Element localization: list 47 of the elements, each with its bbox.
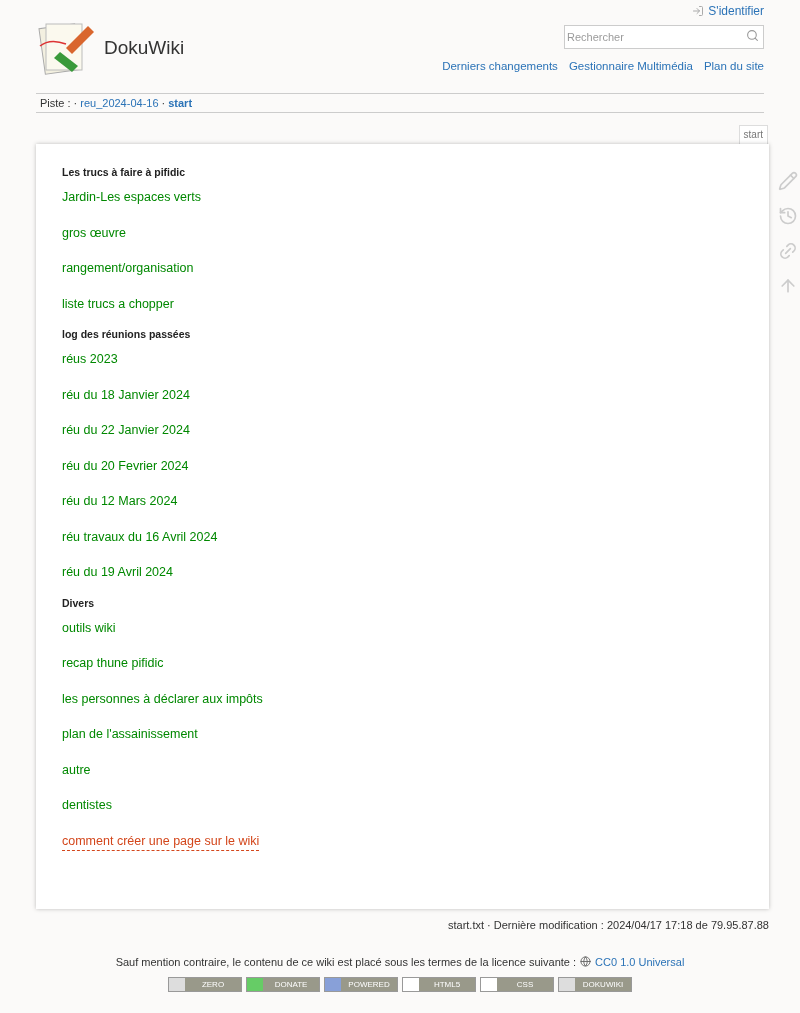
- site-title[interactable]: DokuWiki: [104, 33, 185, 63]
- section-heading: Les trucs à faire à pifidic: [62, 165, 187, 180]
- page-link[interactable]: rangement/organisation: [62, 259, 194, 278]
- breadcrumb-link[interactable]: start: [168, 94, 193, 112]
- badge[interactable]: DOKUWIKI: [558, 977, 632, 992]
- nav-link[interactable]: Derniers changements: [442, 58, 558, 76]
- page-link[interactable]: réu du 12 Mars 2024: [62, 492, 178, 511]
- page-link[interactable]: dentistes: [62, 796, 113, 815]
- page-link[interactable]: réu du 18 Janvier 2024: [62, 385, 190, 405]
- search-field[interactable]: Rechercher: [564, 25, 764, 49]
- page-link[interactable]: réu du 20 Fevrier 2024: [62, 456, 189, 476]
- globe-icon: [580, 956, 592, 968]
- page-tab[interactable]: start: [738, 125, 768, 144]
- section-heading: Divers: [62, 595, 96, 611]
- search-icon[interactable]: [746, 29, 759, 42]
- nav-link[interactable]: Plan du site: [703, 58, 764, 76]
- page-link[interactable]: réu du 19 Avril 2024: [62, 563, 173, 582]
- page-link[interactable]: les personnes à déclarer aux impôts: [62, 689, 263, 709]
- page-link[interactable]: liste trucs a chopper: [62, 294, 174, 314]
- breadcrumb-link[interactable]: reu_2024-04-16: [80, 94, 159, 112]
- badge[interactable]: HTML5: [402, 977, 476, 992]
- badge[interactable]: CSS: [480, 977, 554, 992]
- history-icon[interactable]: [778, 206, 798, 226]
- page-link[interactable]: plan de l'assainissement: [62, 725, 198, 744]
- edit-icon[interactable]: [778, 171, 798, 191]
- page-link[interactable]: outils wiki: [62, 618, 116, 638]
- login-icon: [692, 5, 705, 17]
- badge[interactable]: DONATE: [246, 977, 320, 992]
- page-link[interactable]: comment créer une page sur le wiki: [62, 831, 260, 852]
- section-heading: log des réunions passées: [62, 327, 192, 342]
- breadcrumb-separator: ·: [161, 95, 166, 111]
- page-link[interactable]: Jardin-Les espaces verts: [62, 188, 201, 207]
- breadcrumb-label: Piste :: [40, 95, 71, 111]
- nav-link[interactable]: Gestionnaire Multimédia: [568, 58, 693, 76]
- license-link[interactable]: CC0 1.0 Universal: [595, 953, 685, 970]
- doc-info: start.txt · Dernière modification : 2024/04/17 17:18 de 79.95.87.88: [447, 918, 769, 933]
- login-link[interactable]: S'identifier: [692, 2, 764, 20]
- page-link[interactable]: réus 2023: [62, 350, 118, 369]
- badge[interactable]: ZERO: [168, 977, 242, 992]
- breadcrumb-separator: ·: [73, 95, 78, 111]
- badge[interactable]: POWERED: [324, 977, 398, 992]
- page-link[interactable]: réu travaux du 16 Avril 2024: [62, 527, 218, 547]
- page-link[interactable]: gros œuvre: [62, 223, 126, 243]
- page-link[interactable]: autre: [62, 760, 91, 780]
- page-link[interactable]: réu du 22 Janvier 2024: [62, 421, 190, 440]
- page-link[interactable]: recap thune pifidic: [62, 654, 164, 673]
- license-text: Sauf mention contraire, le contenu de ce wiki est placé sous les termes de la licence suivante :: [115, 954, 577, 970]
